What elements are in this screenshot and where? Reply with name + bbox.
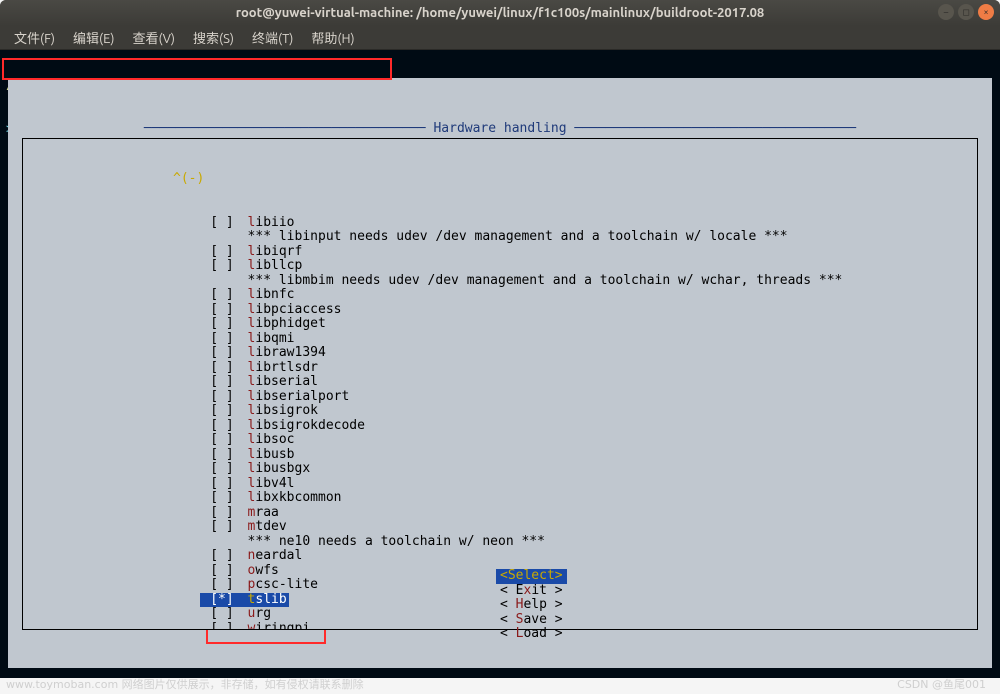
- list-item[interactable]: [ ] mtdev: [43, 520, 957, 535]
- list-item[interactable]: [ ] libsigrok: [43, 404, 957, 419]
- footer-note: www.toymoban.com 网络图片仅供展示，非存储，如有侵权请联系删除: [6, 676, 364, 692]
- help-button[interactable]: < Help >: [496, 598, 567, 613]
- window-title: root@yuwei-virtual-machine: /home/yuwei/…: [0, 6, 1000, 20]
- item-label: libsigrok: [248, 404, 318, 419]
- list-comment: *** libinput needs udev /dev management …: [43, 230, 957, 245]
- select-button[interactable]: <Select>: [496, 569, 567, 584]
- checkbox[interactable]: [ ]: [200, 462, 248, 477]
- list-item[interactable]: [ ] libiio: [43, 216, 957, 231]
- item-label: libnfc: [248, 288, 295, 303]
- item-label: mraa: [248, 506, 279, 521]
- item-label: libiqrf: [248, 245, 303, 260]
- menu-file[interactable]: 文件(F): [8, 26, 61, 49]
- item-label: libphidget: [248, 317, 326, 332]
- list-item[interactable]: [ ] libsoc: [43, 433, 957, 448]
- checkbox[interactable]: [ ]: [200, 245, 248, 260]
- item-label: libsigrokdecode: [248, 419, 365, 434]
- panel-title-text: Hardware handling: [433, 121, 566, 136]
- list-item[interactable]: [ ] libserial: [43, 375, 957, 390]
- list-item[interactable]: [ ] libsigrokdecode: [43, 419, 957, 434]
- checkbox[interactable]: [ ]: [200, 332, 248, 347]
- item-label: libusbgx: [248, 462, 311, 477]
- menu-edit[interactable]: 编辑(E): [67, 26, 120, 49]
- list-item[interactable]: [ ] libnfc: [43, 288, 957, 303]
- list-item[interactable]: [ ] libraw1394: [43, 346, 957, 361]
- checkbox[interactable]: [ ]: [200, 346, 248, 361]
- item-label: libserial: [248, 375, 318, 390]
- maximize-button[interactable]: ◻: [958, 4, 974, 20]
- item-label: mtdev: [248, 520, 287, 535]
- list-item[interactable]: [ ] librtlsdr: [43, 361, 957, 376]
- list-item[interactable]: [ ] libllcp: [43, 259, 957, 274]
- menu-help[interactable]: 帮助(H): [305, 26, 360, 49]
- item-label: librtlsdr: [248, 361, 318, 376]
- csdn-watermark: CSDN @鱼尾001: [897, 676, 986, 692]
- list-item[interactable]: [ ] libusb: [43, 448, 957, 463]
- window-controls: – ◻ ×: [938, 4, 994, 20]
- checkbox: [200, 274, 248, 289]
- checkbox[interactable]: [ ]: [200, 448, 248, 463]
- checkbox[interactable]: [ ]: [200, 216, 248, 231]
- item-label: libxkbcommon: [248, 491, 342, 506]
- checkbox[interactable]: [ ]: [200, 390, 248, 405]
- exit-button[interactable]: < Exit >: [496, 584, 567, 599]
- checkbox: [200, 535, 248, 550]
- list-item[interactable]: [ ] libxkbcommon: [43, 491, 957, 506]
- item-label: libraw1394: [248, 346, 326, 361]
- item-label: libllcp: [248, 259, 303, 274]
- menu-view[interactable]: 查看(V): [127, 26, 181, 49]
- scroll-hint-top: ^(-): [43, 172, 957, 187]
- item-label: libqmi: [248, 332, 295, 347]
- terminal-area[interactable]: /home/yuwei/linux/f1c100s/mainlinux/buil…: [0, 50, 1000, 678]
- checkbox[interactable]: [ ]: [200, 520, 248, 535]
- checkbox[interactable]: [ ]: [200, 303, 248, 318]
- checkbox[interactable]: [ ]: [200, 506, 248, 521]
- item-label: libiio: [248, 216, 295, 231]
- menu-search[interactable]: 搜索(S): [187, 26, 240, 49]
- list-item[interactable]: [ ] libserialport: [43, 390, 957, 405]
- save-button[interactable]: < Save >: [496, 613, 567, 628]
- checkbox[interactable]: [ ]: [200, 433, 248, 448]
- item-label: libv4l: [248, 477, 295, 492]
- checkbox[interactable]: [ ]: [200, 361, 248, 376]
- item-label: libsoc: [248, 433, 295, 448]
- list-item[interactable]: [ ] libiqrf: [43, 245, 957, 260]
- item-label: libusb: [248, 448, 295, 463]
- item-label: *** ne10 needs a toolchain w/ neon ***: [248, 535, 545, 550]
- list-item[interactable]: [ ] libusbgx: [43, 462, 957, 477]
- close-button[interactable]: ×: [978, 4, 994, 20]
- checkbox[interactable]: [ ]: [200, 317, 248, 332]
- list-item[interactable]: [ ] libqmi: [43, 332, 957, 347]
- load-button[interactable]: < Load >: [496, 627, 567, 642]
- list-item[interactable]: [ ] mraa: [43, 506, 957, 521]
- checkbox[interactable]: [ ]: [200, 419, 248, 434]
- list-item[interactable]: [ ] libpciaccess: [43, 303, 957, 318]
- item-label: *** libinput needs udev /dev management …: [248, 230, 788, 245]
- menuconfig-panel: ──────────────────────────────────── Har…: [8, 78, 992, 668]
- list-comment: *** libmbim needs udev /dev management a…: [43, 274, 957, 289]
- panel-title: ──────────────────────────────────── Har…: [8, 122, 992, 137]
- menubar: 文件(F) 编辑(E) 查看(V) 搜索(S) 终端(T) 帮助(H): [0, 26, 1000, 50]
- checkbox[interactable]: [ ]: [200, 288, 248, 303]
- list-comment: *** ne10 needs a toolchain w/ neon ***: [43, 535, 957, 550]
- item-label: *** libmbim needs udev /dev management a…: [248, 274, 843, 289]
- item-label: libserialport: [248, 390, 350, 405]
- list-item[interactable]: [ ] libphidget: [43, 317, 957, 332]
- highlight-box-breadcrumb: [2, 58, 392, 80]
- titlebar: root@yuwei-virtual-machine: /home/yuwei/…: [0, 0, 1000, 26]
- button-bar: <Select> < Exit > < Help > < Save > < Lo…: [8, 555, 992, 657]
- menu-terminal[interactable]: 终端(T): [246, 26, 299, 49]
- checkbox[interactable]: [ ]: [200, 375, 248, 390]
- checkbox: [200, 230, 248, 245]
- list-item[interactable]: [ ] libv4l: [43, 477, 957, 492]
- checkbox[interactable]: [ ]: [200, 491, 248, 506]
- checkbox[interactable]: [ ]: [200, 477, 248, 492]
- checkbox[interactable]: [ ]: [200, 404, 248, 419]
- item-label: libpciaccess: [248, 303, 342, 318]
- checkbox[interactable]: [ ]: [200, 259, 248, 274]
- minimize-button[interactable]: –: [938, 4, 954, 20]
- terminal-window: root@yuwei-virtual-machine: /home/yuwei/…: [0, 0, 1000, 678]
